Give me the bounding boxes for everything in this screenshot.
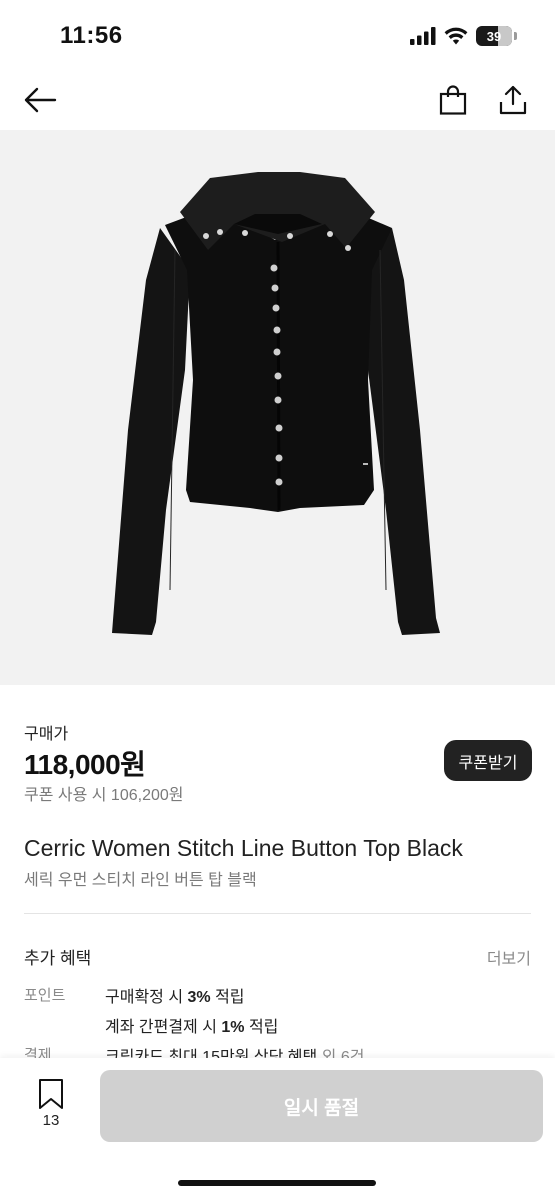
status-icons: 39 — [410, 26, 517, 46]
benefit-text-post: 적립 — [210, 989, 245, 1006]
status-time: 11:56 — [60, 22, 123, 49]
coupon-price-text: 쿠폰 사용 시 106,200원 — [24, 787, 184, 804]
benefit-text-bold: 3% — [187, 989, 211, 1006]
price-value: 118,000원 — [24, 749, 146, 780]
bookmark-count: 13 — [42, 1112, 60, 1129]
benefit-text-bold: 1% — [221, 1019, 245, 1036]
battery-nub — [514, 32, 517, 40]
arrow-left-icon — [24, 87, 57, 113]
share-icon — [499, 85, 527, 115]
price-label: 구매가 — [24, 726, 69, 743]
divider — [24, 913, 531, 914]
benefit-label-point: 포인트 — [24, 987, 66, 1004]
product-photo-jacket — [112, 172, 440, 635]
product-title-en: Cerric Women Stitch Line Button Top Blac… — [24, 835, 463, 861]
home-indicator — [178, 1180, 376, 1186]
benefit-text-account: 계좌 간편결제 시 1% 적립 — [105, 1013, 278, 1037]
bottom-action-bar: 13 일시 품절 — [0, 1058, 555, 1200]
bookmark-button[interactable]: 13 — [28, 1078, 74, 1138]
benefits-title: 추가 혜택 — [24, 949, 92, 968]
shopping-bag-button[interactable] — [431, 78, 475, 122]
benefit-text-post: 적립 — [244, 1019, 279, 1036]
battery-indicator: 39 — [476, 26, 512, 46]
wifi-icon — [444, 27, 468, 45]
nav-bar — [0, 70, 555, 130]
coupon-button[interactable]: 쿠폰받기 — [444, 740, 532, 781]
share-button[interactable] — [491, 78, 535, 122]
back-button[interactable] — [18, 78, 62, 122]
product-image[interactable] — [0, 130, 555, 685]
sold-out-button[interactable]: 일시 품절 — [100, 1070, 543, 1142]
benefits-more-link[interactable]: 더보기 — [487, 945, 531, 969]
shopping-bag-icon — [439, 85, 467, 115]
signal-icon — [410, 27, 436, 45]
product-title-ko: 세릭 우먼 스티치 라인 버튼 탑 블랙 — [24, 872, 257, 889]
benefit-text-pre: 구매확정 시 — [105, 989, 188, 1006]
battery-level: 39 — [486, 28, 502, 44]
bookmark-icon — [39, 1079, 63, 1109]
status-bar: 11:56 39 — [0, 0, 555, 70]
benefit-text-point: 구매확정 시 3% 적립 — [105, 983, 245, 1007]
benefit-text-pre: 계좌 간편결제 시 — [105, 1019, 222, 1036]
